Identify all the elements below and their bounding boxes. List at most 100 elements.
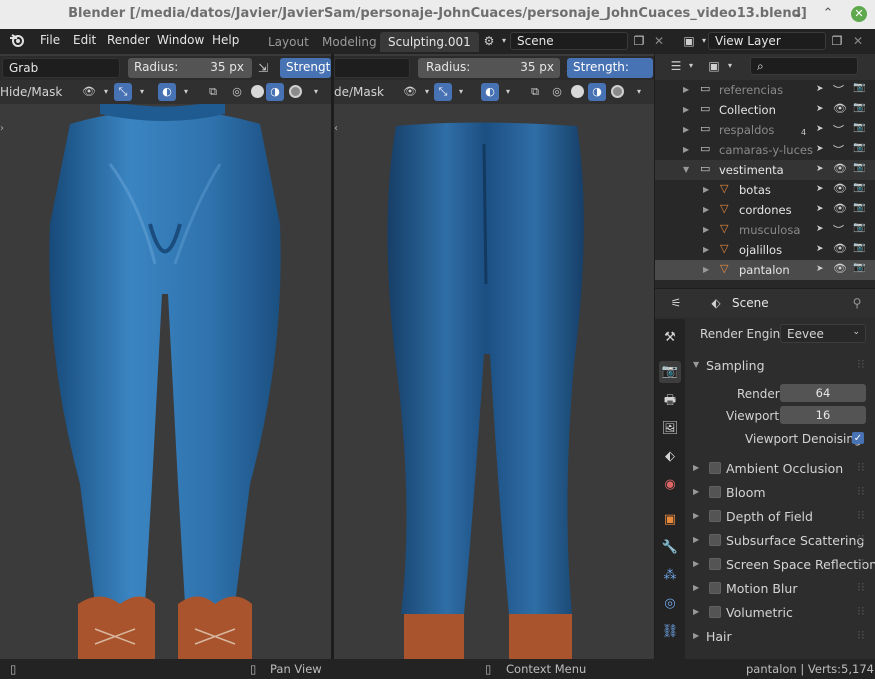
overlays-icon[interactable]: ◐ xyxy=(481,83,499,101)
drag-handle-icon[interactable]: ⁝⁝ xyxy=(857,508,865,522)
render-subpanel-header[interactable]: ▶ Subsurface Scattering ⁝⁝ xyxy=(685,528,875,552)
collapsed-triangle-icon[interactable]: ▶ xyxy=(683,145,689,154)
collapsed-triangle-icon[interactable]: ▶ xyxy=(683,105,689,114)
viewport-denoising-checkbox[interactable]: ✓ xyxy=(852,432,864,444)
tool-tab-icon[interactable]: ⚒ xyxy=(659,327,681,349)
menu-render[interactable]: Render xyxy=(107,33,150,47)
collapsed-triangle-icon[interactable]: ▶ xyxy=(703,225,709,234)
region-toggle-icon[interactable]: ‹ xyxy=(334,123,338,134)
material-preview-icon[interactable]: ◑ xyxy=(266,83,284,101)
outliner-row[interactable]: ▶ ▽ cordones ➤ 👁 📷 xyxy=(655,200,875,220)
render-engine-dropdown[interactable]: Eevee ⌄ xyxy=(780,324,866,343)
drag-handle-icon[interactable]: ⁝⁝ xyxy=(857,357,865,371)
render-subpanel-header[interactable]: ▶ Bloom ⁝⁝ xyxy=(685,480,875,504)
eye-icon[interactable]: 👁 xyxy=(833,102,847,115)
camera-render-icon[interactable]: 📷 xyxy=(853,122,865,133)
world-tab-icon[interactable]: ◉ xyxy=(659,474,681,496)
menu-help[interactable]: Help xyxy=(212,33,239,47)
delete-scene-icon[interactable]: ✕ xyxy=(650,32,668,50)
outliner-row[interactable]: ▶ ▭ camaras-y-luces ➤ ︶ 📷 xyxy=(655,140,875,160)
hide-mask-menu-right[interactable]: de/Mask xyxy=(334,85,384,99)
camera-render-icon[interactable]: 📷 xyxy=(853,142,865,153)
object-tab-icon[interactable]: ▣ xyxy=(659,509,681,531)
panel-enable-checkbox[interactable] xyxy=(709,486,721,498)
eye-icon[interactable]: 👁 xyxy=(833,242,847,255)
selectable-toggle-icon[interactable]: ➤ xyxy=(816,224,824,234)
scene-name-field[interactable]: Scene xyxy=(510,32,628,50)
eye-icon[interactable]: 👁 xyxy=(833,262,847,275)
hair-panel-header[interactable]: ▶ Hair ⁝⁝ xyxy=(685,624,875,648)
chevron-down-icon[interactable]: ▾ xyxy=(630,83,648,101)
wireframe-shading-icon[interactable]: ◎ xyxy=(228,83,246,101)
editor-type-icon[interactable]: ⚟ xyxy=(667,294,685,312)
camera-render-icon[interactable]: 📷 xyxy=(853,222,865,233)
eye-closed-icon[interactable]: ︶ xyxy=(833,142,844,158)
drag-handle-icon[interactable]: ⁝⁝ xyxy=(857,556,865,570)
wireframe-shading-icon[interactable]: ◎ xyxy=(548,83,566,101)
panel-enable-checkbox[interactable] xyxy=(709,582,721,594)
camera-render-icon[interactable]: 📷 xyxy=(853,162,865,173)
menu-edit[interactable]: Edit xyxy=(73,33,96,47)
eye-icon[interactable]: 👁 xyxy=(833,202,847,215)
panel-enable-checkbox[interactable] xyxy=(709,606,721,618)
radius-slider-right[interactable]: Radius: 35 px xyxy=(418,58,560,78)
render-subpanel-header[interactable]: ▶ Motion Blur ⁝⁝ xyxy=(685,576,875,600)
scene-tab-icon[interactable]: ⬖ xyxy=(659,446,681,468)
pressure-radius-icon[interactable]: ⇲ xyxy=(254,59,272,77)
rendered-shading-icon[interactable] xyxy=(611,85,624,98)
outliner-row[interactable]: ▶ ▭ referencias ➤ ︶ 📷 xyxy=(655,80,875,100)
chevron-down-icon[interactable]: ▾ xyxy=(97,83,115,101)
panel-enable-checkbox[interactable] xyxy=(709,558,721,570)
drag-handle-icon[interactable]: ⁝⁝ xyxy=(857,484,865,498)
render-tab-icon[interactable]: 📷 xyxy=(659,361,681,383)
camera-render-icon[interactable]: 📷 xyxy=(853,82,865,93)
drag-handle-icon[interactable]: ⁝⁝ xyxy=(857,604,865,618)
brush-name-field[interactable]: Grab xyxy=(2,58,120,78)
overlays-icon[interactable]: ◐ xyxy=(158,83,176,101)
tab-layout[interactable]: Layout xyxy=(260,32,317,52)
drag-handle-icon[interactable]: ⁝⁝ xyxy=(857,580,865,594)
gizmo-icon[interactable]: ⤡ xyxy=(434,83,452,101)
panel-enable-checkbox[interactable] xyxy=(709,510,721,522)
render-subpanel-header[interactable]: ▶ Screen Space Reflections ⁝⁝ xyxy=(685,552,875,576)
camera-render-icon[interactable]: 📷 xyxy=(853,242,865,253)
output-tab-icon[interactable]: 🖶 xyxy=(659,390,681,412)
hide-mask-menu[interactable]: Hide/Mask xyxy=(0,85,62,99)
collapsed-triangle-icon[interactable]: ▶ xyxy=(703,265,709,274)
menu-file[interactable]: File xyxy=(40,33,60,47)
tab-sculpting[interactable]: Sculpting.001 xyxy=(380,32,479,52)
particles-tab-icon[interactable]: ⁂ xyxy=(659,565,681,587)
selectable-toggle-icon[interactable]: ➤ xyxy=(816,144,824,154)
outliner-row[interactable]: ▶ ▽ pantalon ➤ 👁 📷 xyxy=(655,260,875,280)
viewport-left[interactable]: Grab Radius: 35 px ⇲ Strength Hide/Mask … xyxy=(0,54,331,659)
drag-handle-icon[interactable]: ⁝⁝ xyxy=(857,460,865,474)
collapsed-triangle-icon[interactable]: ▶ xyxy=(703,185,709,194)
eye-closed-icon[interactable]: ︶ xyxy=(833,222,844,238)
chevron-down-icon[interactable]: ▾ xyxy=(133,83,151,101)
region-toggle-icon[interactable]: › xyxy=(0,123,4,134)
selectable-toggle-icon[interactable]: ➤ xyxy=(816,264,824,274)
render-subpanel-header[interactable]: ▶ Volumetric ⁝⁝ xyxy=(685,600,875,624)
selectable-toggle-icon[interactable]: ➤ xyxy=(816,104,824,114)
camera-render-icon[interactable]: 📷 xyxy=(853,202,865,213)
strength-slider-right[interactable]: Strength: xyxy=(567,58,653,78)
eye-closed-icon[interactable]: ︶ xyxy=(833,82,844,98)
strength-slider[interactable]: Strength xyxy=(280,58,331,78)
drag-handle-icon[interactable]: ⁝⁝ xyxy=(857,628,865,642)
minimize-icon[interactable]: ⌄ xyxy=(790,6,806,22)
render-subpanel-header[interactable]: ▶ Ambient Occlusion ⁝⁝ xyxy=(685,456,875,480)
brush-name-field-right[interactable] xyxy=(334,58,410,78)
constraints-tab-icon[interactable]: ⛓ xyxy=(659,621,681,643)
maximize-icon[interactable]: ⌃ xyxy=(820,6,836,22)
outliner-row[interactable]: ▶ ▭ Collection ➤ 👁 📷 xyxy=(655,100,875,120)
collapsed-triangle-icon[interactable]: ▶ xyxy=(703,205,709,214)
render-subpanel-header[interactable]: ▶ Depth of Field ⁝⁝ xyxy=(685,504,875,528)
selectable-toggle-icon[interactable]: ➤ xyxy=(816,184,824,194)
blender-logo-icon[interactable] xyxy=(8,32,26,50)
tab-modeling[interactable]: Modeling xyxy=(314,32,385,52)
outliner-row[interactable]: ▶ ▽ musculosa ➤ ︶ 📷 xyxy=(655,220,875,240)
physics-tab-icon[interactable]: ◎ xyxy=(659,593,681,615)
chevron-down-icon[interactable]: ▾ xyxy=(452,83,470,101)
view-layer-field[interactable]: View Layer xyxy=(708,32,826,50)
modifier-tab-icon[interactable]: 🔧 xyxy=(659,537,681,559)
